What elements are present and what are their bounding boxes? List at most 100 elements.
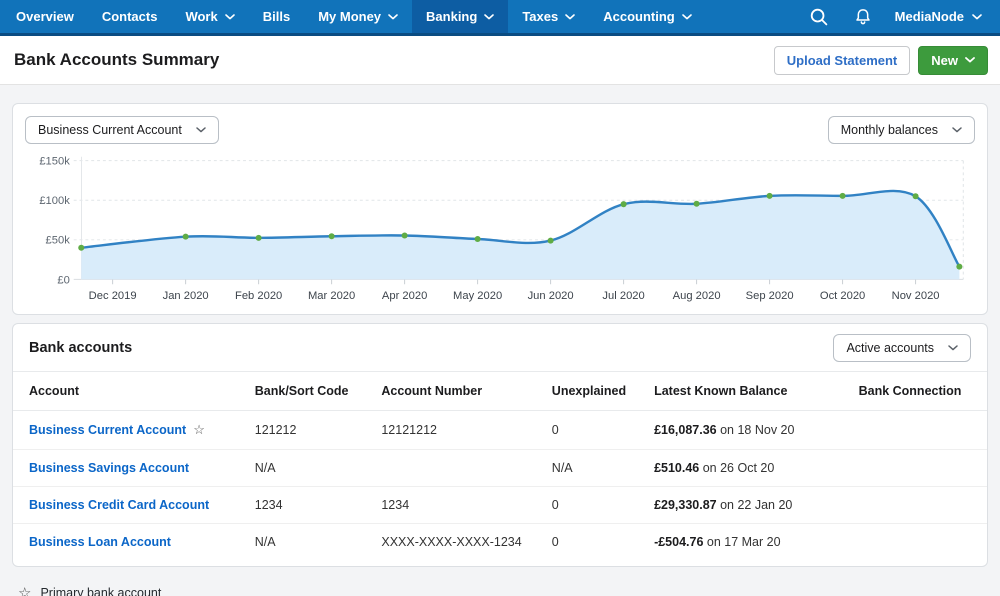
sort-code-cell: 121212 [247,410,374,449]
nav-item-label: Work [185,9,217,24]
chevron-down-icon [972,14,982,20]
balance-amount: £16,087.36 [654,423,717,437]
x-axis-label: May 2020 [453,290,502,302]
data-point[interactable] [913,193,919,199]
latest-balance-cell: -£504.76 on 17 Mar 20 [646,523,851,560]
bank-accounts-title: Bank accounts [29,340,132,356]
chevron-down-icon [948,345,958,351]
nav-item-label: Accounting [603,9,675,24]
nav-item-banking[interactable]: Banking [412,0,508,33]
account-number-cell: XXXX-XXXX-XXXX-1234 [373,523,543,560]
balance-amount: £29,330.87 [654,498,717,512]
balance-chart-card: Business Current Account Monthly balance… [12,103,988,315]
nav-item-my-money[interactable]: My Money [304,0,412,33]
x-axis-label: Nov 2020 [892,290,940,302]
unexplained-cell: 0 [544,486,646,523]
x-axis-label: Jun 2020 [528,290,574,302]
data-point[interactable] [329,233,335,239]
chart-toolbar: Business Current Account Monthly balance… [25,116,975,144]
unexplained-cell: 0 [544,523,646,560]
nav-item-label: Contacts [102,9,158,24]
notifications-bell-icon[interactable] [845,0,881,33]
nav-item-bills[interactable]: Bills [249,0,304,33]
accounts-filter-value: Active accounts [846,341,934,355]
bank-accounts-card: Bank accounts Active accounts Account Ba… [12,323,988,567]
chevron-down-icon [388,14,398,20]
x-axis-label: Jan 2020 [163,290,209,302]
balance-amount: -£504.76 [654,535,703,549]
primary-star-icon[interactable]: ☆ [193,422,205,437]
new-button[interactable]: New [918,46,988,75]
data-point[interactable] [548,238,554,244]
unexplained-cell: 0 [544,410,646,449]
balance-amount: £510.46 [654,461,699,475]
main-content: Business Current Account Monthly balance… [0,85,1000,596]
latest-balance-cell: £510.46 on 26 Oct 20 [646,449,851,486]
sort-code-cell: N/A [247,449,374,486]
x-axis-label: Aug 2020 [673,290,721,302]
table-row-business-credit-card-account: Business Credit Card Account123412340£29… [13,486,987,523]
x-axis-label: Oct 2020 [820,290,865,302]
nav-item-taxes[interactable]: Taxes [508,0,589,33]
nav-item-label: My Money [318,9,381,24]
x-axis-label: Dec 2019 [89,290,137,302]
data-point[interactable] [402,232,408,238]
primary-account-legend: ☆ Primary bank account [12,567,988,596]
bank-connection-cell [851,410,987,449]
x-axis-label: Feb 2020 [235,290,282,302]
accounts-filter-select[interactable]: Active accounts [833,334,971,362]
chevron-down-icon [225,14,235,20]
account-number-cell: 12121212 [373,410,543,449]
bank-connection-cell [851,523,987,560]
upload-statement-button[interactable]: Upload Statement [774,46,911,75]
account-link[interactable]: Business Savings Account [29,461,189,475]
account-number-cell [373,449,543,486]
data-point[interactable] [256,235,262,241]
data-point[interactable] [475,236,481,242]
user-menu[interactable]: MediaNode [889,9,988,24]
balance-area-chart: £0£50k£100k£150kDec 2019Jan 2020Feb 2020… [25,148,975,310]
chevron-down-icon [484,14,494,20]
x-axis-label: Mar 2020 [308,290,355,302]
nav-item-overview[interactable]: Overview [2,0,88,33]
page-title: Bank Accounts Summary [14,50,219,70]
data-point[interactable] [183,234,189,240]
chevron-down-icon [565,14,575,20]
data-point[interactable] [767,193,773,199]
primary-account-legend-label: Primary bank account [40,586,161,596]
y-axis-label: £100k [39,195,70,207]
x-axis-label: Sep 2020 [746,290,794,302]
unexplained-cell: N/A [544,449,646,486]
nav-item-label: Banking [426,9,477,24]
nav-item-accounting[interactable]: Accounting [589,0,706,33]
new-button-label: New [931,53,958,68]
nav-item-contacts[interactable]: Contacts [88,0,172,33]
column-latest-balance: Latest Known Balance [646,371,851,410]
data-point[interactable] [621,201,627,207]
bank-accounts-card-head: Bank accounts Active accounts [13,324,987,371]
account-select[interactable]: Business Current Account [25,116,219,144]
y-axis-label: £50k [46,235,71,247]
nav-right: MediaNode [801,0,1000,33]
nav-item-label: Bills [263,9,290,24]
nav-item-work[interactable]: Work [171,0,248,33]
top-nav: Overview Contacts Work Bills My Money Banking… [0,0,1000,36]
table-row-business-savings-account: Business Savings AccountN/AN/A£510.46 on… [13,449,987,486]
search-icon[interactable] [801,0,837,33]
latest-balance-cell: £16,087.36 on 18 Nov 20 [646,410,851,449]
table-header-row: Account Bank/Sort Code Account Number Un… [13,371,987,410]
balance-view-select[interactable]: Monthly balances [828,116,975,144]
account-link[interactable]: Business Loan Account [29,535,171,549]
y-axis-label: £150k [39,156,70,168]
account-number-cell: 1234 [373,486,543,523]
table-row-business-loan-account: Business Loan AccountN/AXXXX-XXXX-XXXX-1… [13,523,987,560]
data-point[interactable] [956,264,962,270]
data-point[interactable] [840,193,846,199]
data-point[interactable] [694,201,700,207]
data-point[interactable] [78,245,84,251]
chevron-down-icon [952,127,962,133]
column-account-number: Account Number [373,371,543,410]
x-axis-label: Jul 2020 [602,290,644,302]
account-link[interactable]: Business Credit Card Account [29,498,209,512]
account-link[interactable]: Business Current Account [29,423,186,437]
